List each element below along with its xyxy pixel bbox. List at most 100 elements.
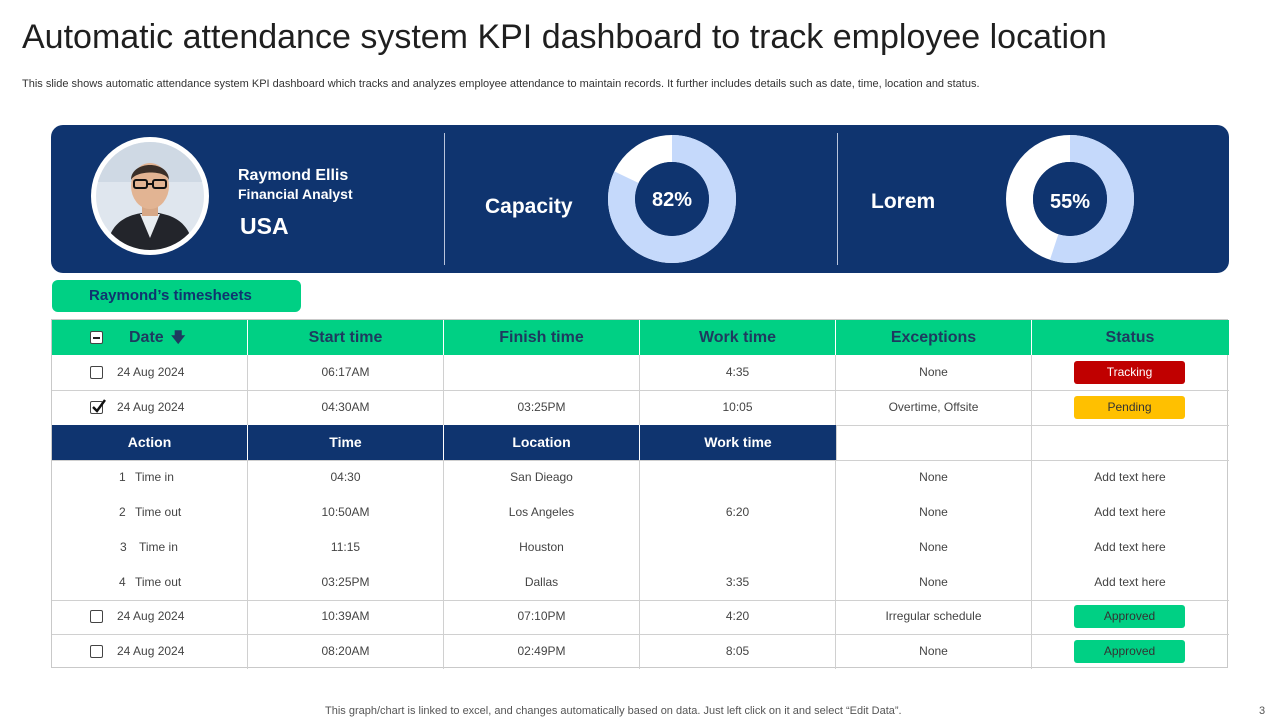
action-cell: 2 Time out [52,495,248,530]
exceptions-cell: Overtime, Offsite [836,390,1032,425]
checkmark-icon [92,399,106,413]
detail-row[interactable]: 1 Time in 04:30 San Dieago None Add text… [52,460,1229,495]
location-cell: Los Angeles [444,495,640,530]
date-cell: 24 Aug 2024 [52,390,248,425]
avatar [91,137,209,255]
page-title: Automatic attendance system KPI dashboar… [22,18,1107,56]
note-cell: Add text here [1094,470,1166,484]
action-number: 3 [120,540,127,554]
exceptions-cell: None [836,495,1032,530]
work-time-cell: 6:20 [640,495,836,530]
table-row[interactable]: 24 Aug 2024 04:30AM 03:25PM 10:05 Overti… [52,390,1229,426]
column-header-date[interactable]: Date 🡇 [52,320,248,355]
profile-banner: Raymond Ellis Financial Analyst USA Capa… [51,125,1229,273]
action-label: Time out [135,505,182,519]
select-all-checkbox[interactable] [90,331,103,344]
action-number: 1 [119,470,126,484]
note-cell: Add text here [1094,575,1166,589]
action-label: Time in [135,470,174,484]
capacity-value: 82% [652,189,692,211]
date-value: 24 Aug 2024 [117,644,185,658]
detail-header-work-time: Work time [640,425,836,460]
exceptions-cell: None [836,634,1032,669]
employee-role: Financial Analyst [238,186,353,202]
page-subtitle: This slide shows automatic attendance sy… [22,78,980,90]
detail-header-empty [1032,425,1228,460]
action-number: 4 [119,575,126,589]
work-time-cell: 3:35 [640,565,836,600]
table-row[interactable]: 24 Aug 2024 08:20AM 02:49PM 8:05 None Ap… [52,634,1229,669]
work-time-cell: 10:05 [640,390,836,425]
detail-row[interactable]: 3 Time in 11:15 Houston None Add text he… [52,530,1229,565]
banner-divider [837,133,838,265]
date-cell: 24 Aug 2024 [52,599,248,634]
row-checkbox[interactable] [90,610,103,623]
time-cell: 04:30 [248,460,444,495]
detail-header-row: Action Time Location Work time [52,425,1229,461]
date-header-label: Date [129,329,164,346]
date-cell: 24 Aug 2024 [52,634,248,669]
lorem-value: 55% [1050,191,1090,213]
timesheet-table: Date 🡇 Start time Finish time Work time … [51,319,1229,669]
work-time-cell: 8:05 [640,634,836,669]
column-header-work-time[interactable]: Work time [640,320,836,355]
start-time-cell: 06:17AM [248,355,444,390]
timesheets-tab[interactable]: Raymond’s timesheets [52,280,301,312]
start-time-cell: 08:20AM [248,634,444,669]
detail-row[interactable]: 4 Time out 03:25PM Dallas 3:35 None Add … [52,565,1229,601]
detail-header-action: Action [52,425,248,460]
exceptions-cell: None [836,530,1032,565]
time-cell: 11:15 [248,530,444,565]
exceptions-cell: None [836,460,1032,495]
location-cell: Dallas [444,565,640,600]
action-label: Time in [139,540,178,554]
status-cell: Pending [1032,390,1228,425]
action-cell: 3 Time in [52,530,248,565]
note-cell: Add text here [1094,540,1166,554]
detail-header-empty [836,425,1032,460]
row-checkbox-checked[interactable] [90,399,106,414]
row-checkbox[interactable] [90,645,103,658]
row-checkbox[interactable] [90,366,103,379]
person-photo [96,142,204,250]
exceptions-cell: None [836,565,1032,600]
detail-header-time: Time [248,425,444,460]
date-value: 24 Aug 2024 [117,609,185,623]
page-number: 3 [1259,705,1266,717]
time-cell: 10:50AM [248,495,444,530]
date-cell: 24 Aug 2024 [52,355,248,390]
work-time-cell [640,530,836,565]
finish-time-cell: 07:10PM [444,599,640,634]
date-value: 24 Aug 2024 [117,365,185,379]
status-badge-approved: Approved [1074,640,1185,663]
column-header-start-time[interactable]: Start time [248,320,444,355]
finish-time-cell [444,355,640,390]
arrow-down-icon[interactable]: 🡇 [171,320,185,355]
action-cell: 1 Time in [52,460,248,495]
footer-note: This graph/chart is linked to excel, and… [325,705,902,717]
status-cell: Approved [1032,599,1228,634]
employee-name: Raymond Ellis [238,167,349,184]
exceptions-cell: Irregular schedule [836,599,1032,634]
note-cell: Add text here [1094,505,1166,519]
detail-row[interactable]: 2 Time out 10:50AM Los Angeles 6:20 None… [52,495,1229,530]
finish-time-cell: 03:25PM [444,390,640,425]
work-time-cell: 4:35 [640,355,836,390]
lorem-donut: 55% [1006,135,1134,263]
column-header-finish-time[interactable]: Finish time [444,320,640,355]
status-badge-pending: Pending [1074,396,1185,419]
action-number: 2 [119,505,126,519]
location-cell: Houston [444,530,640,565]
finish-time-cell: 02:49PM [444,634,640,669]
status-cell: Tracking [1032,355,1228,390]
table-row[interactable]: 24 Aug 2024 10:39AM 07:10PM 4:20 Irregul… [52,599,1229,635]
table-row[interactable]: 24 Aug 2024 06:17AM 4:35 None Tracking [52,355,1229,391]
lorem-label: Lorem [871,190,936,213]
status-cell: Approved [1032,634,1228,669]
employee-country: USA [240,213,289,239]
capacity-donut: 82% [608,135,736,263]
status-badge-approved: Approved [1074,605,1185,628]
column-header-exceptions[interactable]: Exceptions [836,320,1032,355]
column-header-status[interactable]: Status [1032,320,1228,355]
start-time-cell: 04:30AM [248,390,444,425]
